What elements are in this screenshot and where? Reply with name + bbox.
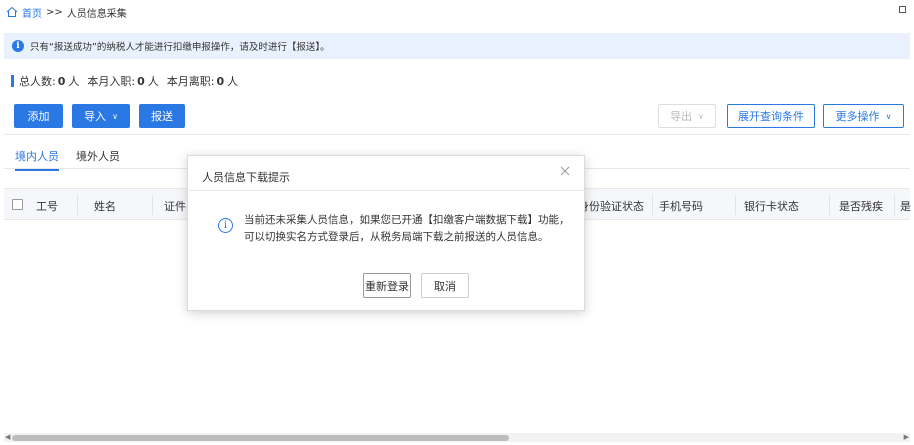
dialog-message: 当前还未采集人员信息，如果您已开通【扣缴客户端数据下载】功能，可以切换实名方式登… — [244, 214, 570, 243]
chevron-down-icon: ∨ — [885, 111, 892, 121]
scroll-right-icon[interactable]: ▶ — [904, 433, 909, 441]
more-actions-dropdown-button[interactable]: 更多操作 ∨ — [823, 104, 904, 128]
chevron-down-icon: ∨ — [698, 111, 704, 121]
import-dropdown-button[interactable]: 导入 ∨ — [72, 104, 130, 128]
column-divider — [829, 195, 830, 215]
close-icon[interactable] — [558, 164, 572, 178]
toolbar-divider — [4, 134, 910, 135]
column-header-id-document[interactable]: 证件 — [164, 198, 186, 214]
notice-text: 只有“报送成功”的纳税人才能进行扣缴申报操作，请及时进行【报送】。 — [30, 42, 330, 53]
expand-query-button[interactable]: 展开查询条件 — [727, 104, 815, 128]
chevron-down-icon: ∨ — [112, 111, 118, 121]
scroll-left-icon[interactable]: ◀ — [5, 433, 10, 441]
info-icon: i — [12, 40, 24, 52]
relogin-button[interactable]: 重新登录 — [363, 273, 411, 298]
cancel-button[interactable]: 取消 — [421, 273, 469, 298]
horizontal-scrollbar[interactable]: ◀ ▶ — [4, 433, 910, 442]
column-header-bank-card-status[interactable]: 银行卡状态 — [744, 198, 799, 214]
breadcrumb-current: 人员信息采集 — [66, 8, 127, 20]
column-header-identity-verification[interactable]: 身份验证状态 — [578, 198, 644, 214]
export-dropdown-button[interactable]: 导出 ∨ — [658, 104, 716, 128]
column-divider — [152, 195, 153, 215]
submit-button[interactable]: 报送 — [139, 104, 185, 128]
column-divider — [77, 195, 78, 215]
column-divider — [652, 195, 653, 215]
column-header-disabled[interactable]: 是否残疾 — [839, 198, 883, 214]
info-icon: i — [218, 218, 233, 233]
column-header-truncated[interactable]: 是 — [900, 198, 911, 214]
scrollbar-thumb[interactable] — [12, 435, 509, 441]
stat-total: 总人数: 0 人 — [19, 75, 80, 88]
home-icon[interactable] — [6, 6, 18, 18]
breadcrumb: 首页 >> 人员信息采集 — [6, 4, 127, 20]
staff-stats: 总人数: 0 人 本月入职: 0 人 本月离职: 0 人 — [11, 73, 246, 89]
download-prompt-dialog: 人员信息下载提示 i 当前还未采集人员信息，如果您已开通【扣缴客户端数据下载】功… — [187, 155, 585, 311]
breadcrumb-separator: >> — [46, 6, 63, 18]
restore-window-icon[interactable] — [899, 6, 906, 13]
column-header-name[interactable]: 姓名 — [94, 198, 116, 214]
column-divider — [735, 195, 736, 215]
select-all-checkbox[interactable] — [12, 199, 23, 210]
stat-hired-this-month: 本月入职: 0 人 — [87, 75, 159, 88]
column-header-phone[interactable]: 手机号码 — [659, 198, 703, 214]
notice-bar: i 只有“报送成功”的纳税人才能进行扣缴申报操作，请及时进行【报送】。 — [4, 33, 910, 59]
column-divider — [894, 195, 895, 215]
dialog-divider — [188, 190, 584, 191]
tab-foreign[interactable]: 境外人员 — [76, 148, 120, 169]
breadcrumb-home-link[interactable]: 首页 — [22, 5, 42, 20]
dialog-title: 人员信息下载提示 — [202, 171, 290, 184]
stat-left-this-month: 本月离职: 0 人 — [166, 75, 239, 88]
stats-accent-bar — [11, 75, 14, 87]
add-button[interactable]: 添加 — [14, 104, 63, 128]
column-header-employee-id[interactable]: 工号 — [36, 198, 58, 214]
